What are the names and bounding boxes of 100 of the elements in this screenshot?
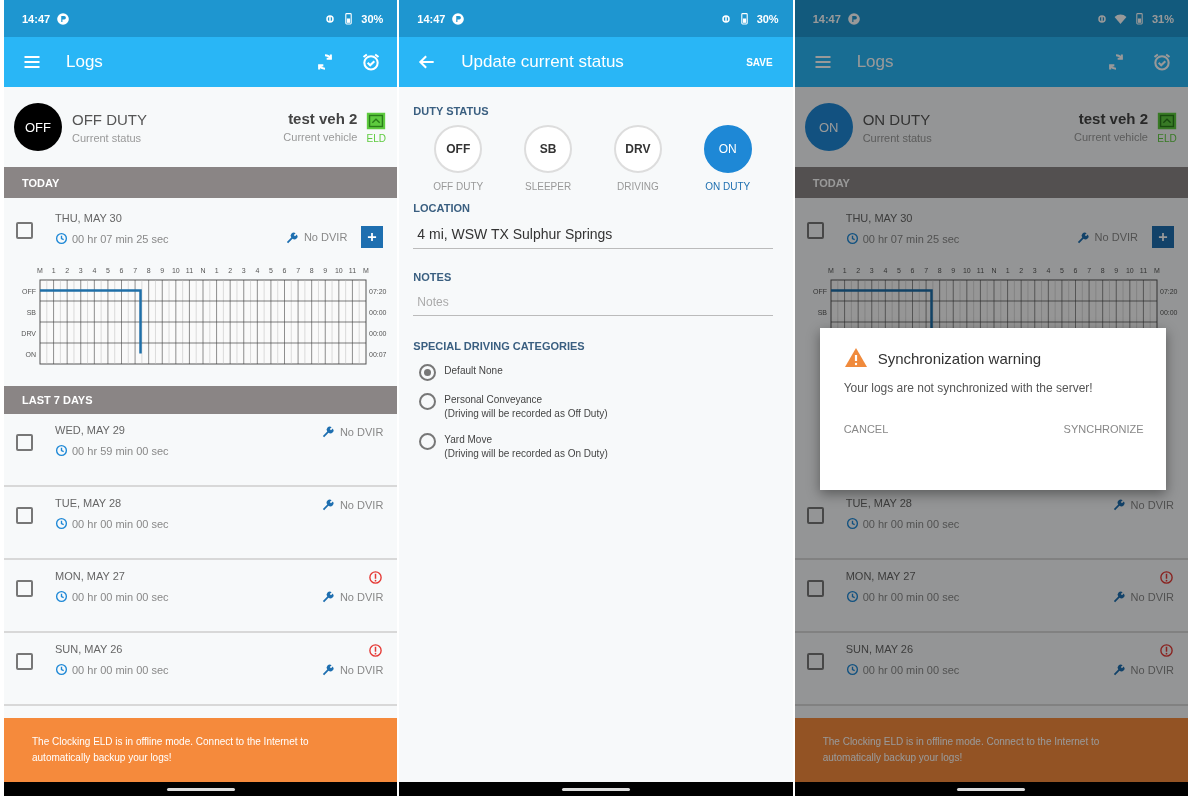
battery-percent: 31% (1151, 12, 1174, 25)
current-status-caption: Current status (862, 131, 933, 144)
clock-icon (845, 517, 859, 530)
checkbox[interactable] (16, 222, 33, 239)
home-indicator[interactable] (957, 787, 1026, 791)
dialog-message: Your logs are not synchronized with the server! (843, 380, 1094, 397)
add-button[interactable] (361, 226, 384, 248)
vehicle-name: test veh 2 (1077, 110, 1148, 127)
clock-icon (55, 517, 68, 530)
alarm-clock-icon[interactable] (361, 52, 382, 72)
duty-status-label: DRIVING (617, 181, 659, 192)
wrench-icon (1111, 662, 1127, 677)
location-field[interactable]: 4 mi, WSW TX Sulphur Springs (413, 216, 773, 249)
clock-icon (55, 663, 68, 676)
section-label: SPECIAL DRIVING CATEGORIES (413, 340, 586, 352)
log-duration: 00 hr 00 min 00 sec (862, 590, 960, 603)
notes-field[interactable]: Notes (413, 285, 773, 316)
radio-button[interactable] (419, 433, 437, 450)
wrench-icon (1111, 589, 1127, 604)
radio-button[interactable] (419, 364, 437, 381)
checkbox[interactable] (806, 580, 824, 597)
app-notification-icon (846, 11, 861, 26)
add-button[interactable] (1152, 226, 1174, 248)
clock-icon (55, 444, 68, 457)
log-duration: 00 hr 07 min 25 sec (72, 232, 169, 245)
option-note: (Driving will be recorded as Off Duty) (444, 407, 608, 421)
dvir-status: No DVIR (339, 590, 384, 603)
offline-banner: The Clocking ELD is in offline mode. Connect to the Internet to automatically backup your logs! (794, 718, 1188, 782)
app-bar-title: Logs (856, 52, 895, 72)
current-status: OFF DUTY (72, 110, 148, 128)
option-label: Yard Move (444, 433, 493, 447)
duty-status-button[interactable]: SB (524, 125, 573, 173)
option-label: Personal Conveyance (444, 393, 544, 407)
checkbox[interactable] (16, 653, 33, 670)
app-notification-icon (56, 11, 71, 26)
eld-label: ELD (366, 133, 387, 144)
clock-icon (845, 590, 859, 603)
option-label: Default None (444, 364, 503, 378)
log-duration: 00 hr 00 min 00 sec (72, 663, 169, 676)
wrench-icon (320, 589, 336, 604)
status-circle[interactable]: OFF (14, 103, 62, 151)
section-header: TODAY (4, 167, 398, 198)
dvir-status: No DVIR (339, 663, 384, 676)
duty-status-label: ON DUTY (705, 181, 751, 192)
vehicle-caption: Current vehicle (1074, 131, 1148, 143)
section-header: TODAY (794, 167, 1188, 198)
eld-label: ELD (1157, 133, 1177, 144)
battery-percent: 30% (361, 12, 384, 25)
log-duration: 00 hr 07 min 25 sec (862, 232, 960, 245)
clock-icon (845, 663, 859, 676)
section-header: LAST 7 DAYS (4, 386, 398, 414)
wrench-icon (1111, 497, 1127, 512)
checkbox[interactable] (806, 222, 824, 239)
dvir-status: No DVIR (1130, 663, 1174, 676)
battery-percent: 30% (756, 12, 779, 25)
dvir-status: No DVIR (339, 425, 384, 438)
dvir-status: No DVIR (1130, 498, 1174, 511)
log-duration: 00 hr 00 min 00 sec (72, 517, 169, 530)
checkbox[interactable] (806, 507, 824, 524)
clock-icon (55, 590, 68, 603)
synchronize-button[interactable]: SYNCHRONIZE (1063, 419, 1144, 439)
log-date: THU, MAY 30 (845, 212, 914, 224)
section-label: LOCATION (413, 202, 471, 214)
checkbox[interactable] (16, 507, 33, 524)
wrench-icon (320, 424, 336, 439)
duty-status-button[interactable]: ON (703, 125, 752, 173)
current-status-caption: Current status (72, 131, 143, 144)
dvir-status: No DVIR (339, 498, 384, 511)
plus-icon (1156, 230, 1170, 244)
wrench-icon (284, 229, 300, 245)
log-date: WED, MAY 29 (55, 424, 126, 436)
log-duration: 00 hr 00 min 00 sec (72, 590, 169, 603)
home-indicator[interactable] (166, 787, 235, 791)
checkbox[interactable] (806, 653, 824, 670)
dvir-status: No DVIR (303, 231, 348, 243)
duty-status-label: OFF DUTY (433, 181, 484, 192)
home-indicator[interactable] (562, 787, 630, 791)
duty-status-button[interactable]: OFF (434, 125, 483, 173)
log-duration: 00 hr 00 min 00 sec (862, 663, 960, 676)
warning-icon (843, 346, 868, 370)
clock-time: 14:47 (22, 12, 51, 25)
checkbox[interactable] (16, 434, 33, 451)
clock-icon (55, 232, 68, 245)
radio-button[interactable] (419, 393, 437, 410)
cancel-button[interactable]: CANCEL (843, 419, 889, 439)
vehicle-caption: Current vehicle (283, 131, 358, 143)
log-date: TUE, MAY 28 (55, 497, 123, 509)
log-date: THU, MAY 30 (55, 212, 123, 224)
app-notification-icon (451, 11, 466, 26)
clock-time: 14:47 (812, 12, 841, 25)
checkbox[interactable] (16, 580, 33, 597)
clock-icon (845, 232, 859, 245)
log-date: MON, MAY 27 (845, 570, 917, 582)
duty-status-label: SLEEPER (525, 181, 572, 192)
vehicle-name: test veh 2 (287, 110, 358, 127)
log-date: SUN, MAY 26 (845, 643, 915, 655)
log-date: MON, MAY 27 (55, 570, 126, 582)
wrench-icon (320, 662, 336, 677)
duty-status-button[interactable]: DRV (613, 125, 662, 173)
dvir-status: No DVIR (1130, 590, 1174, 603)
